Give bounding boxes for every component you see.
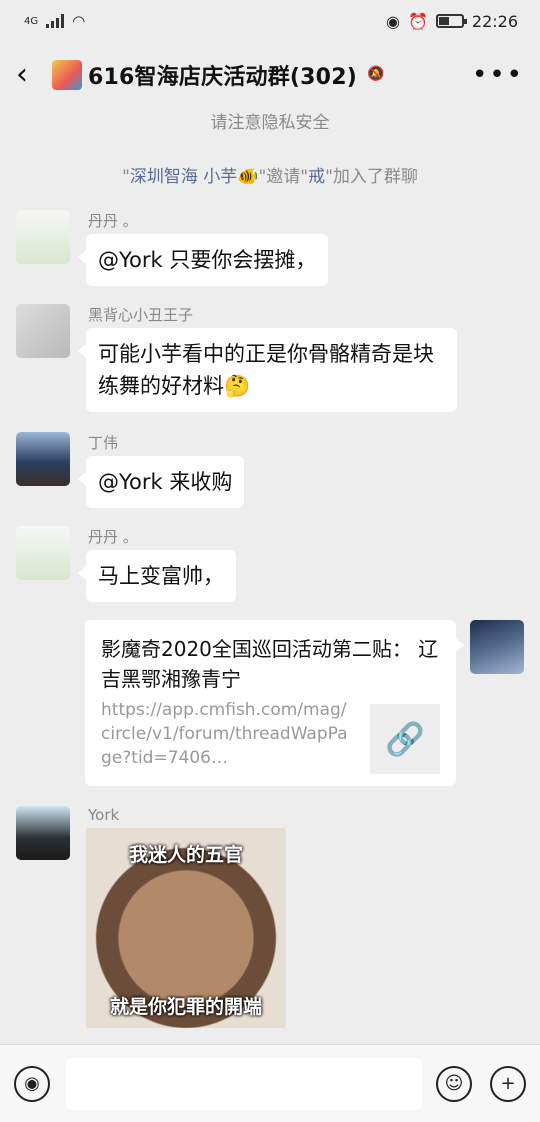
avatar[interactable] [16, 210, 70, 264]
message-bubble[interactable]: @York 来收购 [77, 456, 245, 508]
sender-name: 丹丹 。 [88, 528, 138, 546]
sticker-image[interactable]: 我迷人的五官 就是你犯罪的開端 [86, 828, 286, 1028]
battery-icon [435, 14, 467, 28]
emoji-icon[interactable]: ☺ [436, 1065, 472, 1102]
network-label: 4G [24, 15, 39, 27]
clock: 22:26 [471, 11, 518, 31]
chat-header: ‹ 616智海店庆活动群(302) 🔕 ••• [0, 42, 540, 108]
join-suffix: "加入了群聊 [325, 167, 418, 187]
link-url: https://app.cmfish.com/mag/circle/v1/for… [101, 700, 348, 768]
sender-name: 黑背心小丑王子 [88, 306, 194, 324]
privacy-notice: 请注意隐私安全 [210, 113, 330, 133]
status-right: ◉ ⏰ 22:26 [386, 12, 518, 31]
inviter-link[interactable]: 深圳智海 小芋🐠 [130, 167, 259, 187]
status-left: 4G ◠ [24, 12, 85, 30]
sticker-caption-bottom: 就是你犯罪的開端 [109, 996, 262, 1018]
avatar[interactable] [16, 526, 70, 580]
sticker-caption-top: 我迷人的五官 [128, 844, 243, 866]
message-row: 丁伟 @York 来收购 [16, 432, 516, 512]
message-bubble[interactable]: 可能小芋看中的正是你骨骼精奇是块练舞的好材料🤔 [78, 328, 457, 412]
message-row: 丹丹 。 @York 只要你会摆摊， [16, 210, 516, 290]
join-prefix: " [122, 167, 130, 187]
input-controls: ☺ + [436, 1065, 526, 1102]
join-middle: "邀请" [258, 167, 309, 187]
avatar[interactable] [16, 304, 70, 358]
input-bar: ◉ ☺ + [0, 1044, 540, 1122]
my-avatar[interactable] [470, 620, 524, 674]
status-bar: 4G ◠ ◉ ⏰ 22:26 [0, 0, 540, 42]
alarm-icon: ⏰ [407, 11, 428, 31]
sender-name: 丹丹 。 [88, 212, 138, 230]
signal-icon [46, 14, 65, 28]
wifi-icon: ◠ [72, 12, 86, 30]
sender-name: 丁伟 [88, 434, 119, 452]
message-row: 丹丹 。 马上变富帅， [16, 526, 516, 606]
message-bubble[interactable]: @York 只要你会摆摊， [77, 234, 329, 286]
back-icon[interactable]: ‹ [16, 60, 44, 90]
sender-name: York [88, 806, 120, 824]
avatar[interactable] [16, 806, 70, 860]
shared-link-card[interactable]: 影魔奇2020全国巡回活动第二贴： 辽吉黑鄂湘豫青宁 https://app.c… [85, 620, 464, 786]
more-options-icon[interactable]: ••• [472, 60, 524, 90]
message-input[interactable] [66, 1057, 422, 1110]
voice-icon[interactable]: ◉ [14, 1065, 50, 1102]
chat-title: 616智海店庆活动群(302) [88, 65, 357, 90]
link-title: 影魔奇2020全国巡回活动第二贴： 辽吉黑鄂湘豫青宁 [101, 637, 439, 691]
join-notice: "深圳智海 小芋🐠"邀请"戒"加入了群聊 [0, 162, 540, 187]
message-bubble[interactable]: 马上变富帅， [78, 550, 236, 602]
message-row: 黑背心小丑王子 可能小芋看中的正是你骨骼精奇是块练舞的好材料🤔 [16, 304, 516, 416]
link-icon: 🔗 [370, 704, 440, 774]
plus-icon[interactable]: + [490, 1065, 526, 1102]
avatar[interactable] [16, 432, 70, 486]
mute-bell-icon: 🔕 [366, 66, 385, 82]
group-avatar [52, 60, 82, 90]
eye-icon: ◉ [386, 11, 400, 31]
invitee-link[interactable]: 戒 [308, 167, 325, 187]
